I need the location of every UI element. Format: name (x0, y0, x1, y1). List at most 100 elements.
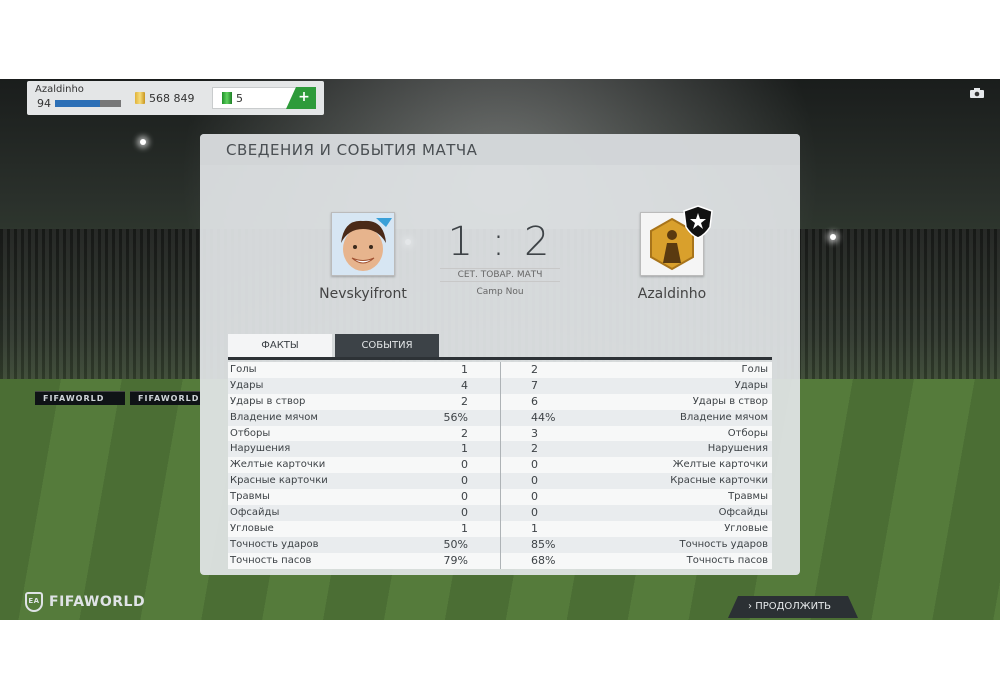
stat-value-away: 2 (500, 362, 582, 378)
xp-progress-bar (55, 100, 121, 107)
stat-row: Точность ударов 50% 85% Точность ударов (228, 536, 772, 553)
stat-value-home: 0 (461, 490, 468, 504)
tab-underline (228, 357, 772, 360)
floodlight (830, 234, 836, 240)
coins-display: 568 849 (135, 89, 195, 107)
stat-value-away: 68% (500, 552, 582, 569)
panel-title: СВЕДЕНИЯ И СОБЫТИЯ МАТЧА (200, 134, 800, 165)
stat-value-away: 2 (500, 441, 582, 458)
stat-value-home: 1 (461, 521, 468, 535)
continue-button[interactable]: › ПРОДОЛЖИТЬ (728, 596, 858, 618)
points-icon (222, 92, 232, 104)
stat-value-home: 1 (461, 363, 468, 376)
stat-value-away: 0 (500, 489, 582, 506)
away-team: Azaldinho (592, 205, 752, 302)
stat-label-home: Точность пасов (230, 554, 312, 566)
ad-board: FIFAWORLD (35, 391, 125, 405)
logo-text: FIFAWORLD (49, 594, 146, 610)
stat-label-home: Красные карточки (230, 475, 328, 487)
stat-label-away: Точность ударов (679, 538, 768, 550)
stat-value-away: 0 (500, 473, 582, 490)
stat-row: Голы 1 2 Голы (228, 362, 772, 378)
match-score: 1 : 2 (447, 219, 553, 265)
stat-value-away: 44% (500, 409, 582, 426)
ea-shield-icon: EA (25, 592, 43, 612)
stat-label-away: Нарушения (707, 443, 768, 455)
stat-value-away: 3 (500, 425, 582, 442)
stat-row: Красные карточки 0 0 Красные карточки (228, 473, 772, 490)
stats-table: Голы 1 2 Голы Удары 4 7 Удары Удары в створ 2 6 Уда… (228, 362, 772, 569)
away-team-avatar (640, 205, 713, 276)
stat-value-away: 6 (500, 393, 582, 410)
stat-label-away: Владение мячом (680, 411, 768, 423)
stat-label-away: Угловые (724, 522, 768, 534)
stat-label-away: Красные карточки (670, 475, 768, 487)
home-team-avatar (331, 212, 395, 276)
stat-row: Удары в створ 2 6 Удары в створ (228, 393, 772, 410)
club-shield-icon (683, 205, 713, 239)
stat-value-away: 1 (500, 520, 582, 537)
stat-label-away: Отборы (727, 427, 768, 439)
home-team: Nevskyifront (283, 212, 443, 302)
stat-label-away: Офсайды (718, 507, 768, 519)
stat-label-away: Удары в створ (692, 395, 768, 407)
stat-row: Нарушения 1 2 Нарушения (228, 441, 772, 458)
stat-row: Удары 4 7 Удары (228, 377, 772, 394)
stat-value-home: 1 (461, 442, 468, 456)
stat-row: Угловые 1 1 Угловые (228, 520, 772, 537)
stat-row: Офсайды 0 0 Офсайды (228, 505, 772, 521)
stat-label-home: Угловые (230, 522, 274, 534)
stat-value-away: 7 (500, 377, 582, 394)
stat-value-away: 85% (500, 536, 582, 553)
stat-value-home: 79% (443, 553, 468, 567)
coins-value: 568 849 (149, 91, 195, 105)
stat-value-away: 0 (500, 505, 582, 521)
stat-label-home: Удары в створ (230, 395, 306, 407)
match-facts-panel: СВЕДЕНИЯ И СОБЫТИЯ МАТЧА Nevskyifront 1 … (200, 134, 800, 575)
stat-value-home: 56% (443, 410, 468, 424)
tab-facts[interactable]: ФАКТЫ (228, 334, 332, 357)
match-type: СЕТ. ТОВАР. МАТЧ (440, 268, 560, 282)
points-display: 5 + (212, 87, 316, 109)
away-team-name: Azaldinho (637, 286, 707, 302)
stat-row: Отборы 2 3 Отборы (228, 425, 772, 442)
stat-label-away: Желтые карточки (672, 459, 768, 471)
add-points-button[interactable]: + (286, 87, 316, 109)
stat-value-home: 2 (461, 426, 468, 440)
player-rating: 94 (37, 97, 51, 110)
stat-row: Владение мячом 56% 44% Владение мячом (228, 409, 772, 426)
stat-row: Травмы 0 0 Травмы (228, 489, 772, 506)
camera-icon[interactable] (970, 88, 984, 98)
stat-row: Желтые карточки 0 0 Желтые карточки (228, 457, 772, 474)
stat-label-away: Удары (734, 379, 768, 391)
stat-value-home: 50% (443, 537, 468, 551)
stat-label-home: Отборы (230, 427, 271, 439)
profile-bar: Azaldinho 94 568 849 5 + (27, 81, 324, 115)
stat-label-home: Удары (230, 379, 264, 391)
player-name: Azaldinho (35, 84, 84, 95)
tab-events[interactable]: СОБЫТИЯ (335, 334, 439, 357)
stat-label-away: Точность пасов (686, 554, 768, 566)
fifaworld-logo: EA FIFAWORLD (25, 592, 145, 612)
stat-label-away: Травмы (728, 491, 768, 503)
stat-label-home: Травмы (230, 491, 270, 503)
continue-label: ПРОДОЛЖИТЬ (755, 601, 832, 612)
ad-board: FIFAWORLD (130, 391, 200, 405)
stat-label-away: Голы (741, 364, 768, 375)
stadium-name: Camp Nou (476, 287, 524, 297)
stat-value-home: 2 (461, 394, 468, 408)
floodlight (140, 139, 146, 145)
stat-value-home: 0 (461, 506, 468, 520)
stat-label-home: Желтые карточки (230, 459, 326, 471)
coins-icon (135, 92, 145, 104)
home-team-name: Nevskyifront (319, 286, 407, 302)
stat-value-home: 0 (461, 474, 468, 488)
stat-label-home: Точность ударов (230, 538, 319, 550)
stat-value-home: 0 (461, 458, 468, 472)
points-value: 5 (236, 91, 243, 105)
stat-label-home: Голы (230, 364, 257, 375)
stat-row: Точность пасов 79% 68% Точность пасов (228, 552, 772, 569)
stat-value-away: 0 (500, 457, 582, 474)
stat-value-home: 4 (461, 378, 468, 392)
xp-progress-fill (55, 100, 100, 107)
